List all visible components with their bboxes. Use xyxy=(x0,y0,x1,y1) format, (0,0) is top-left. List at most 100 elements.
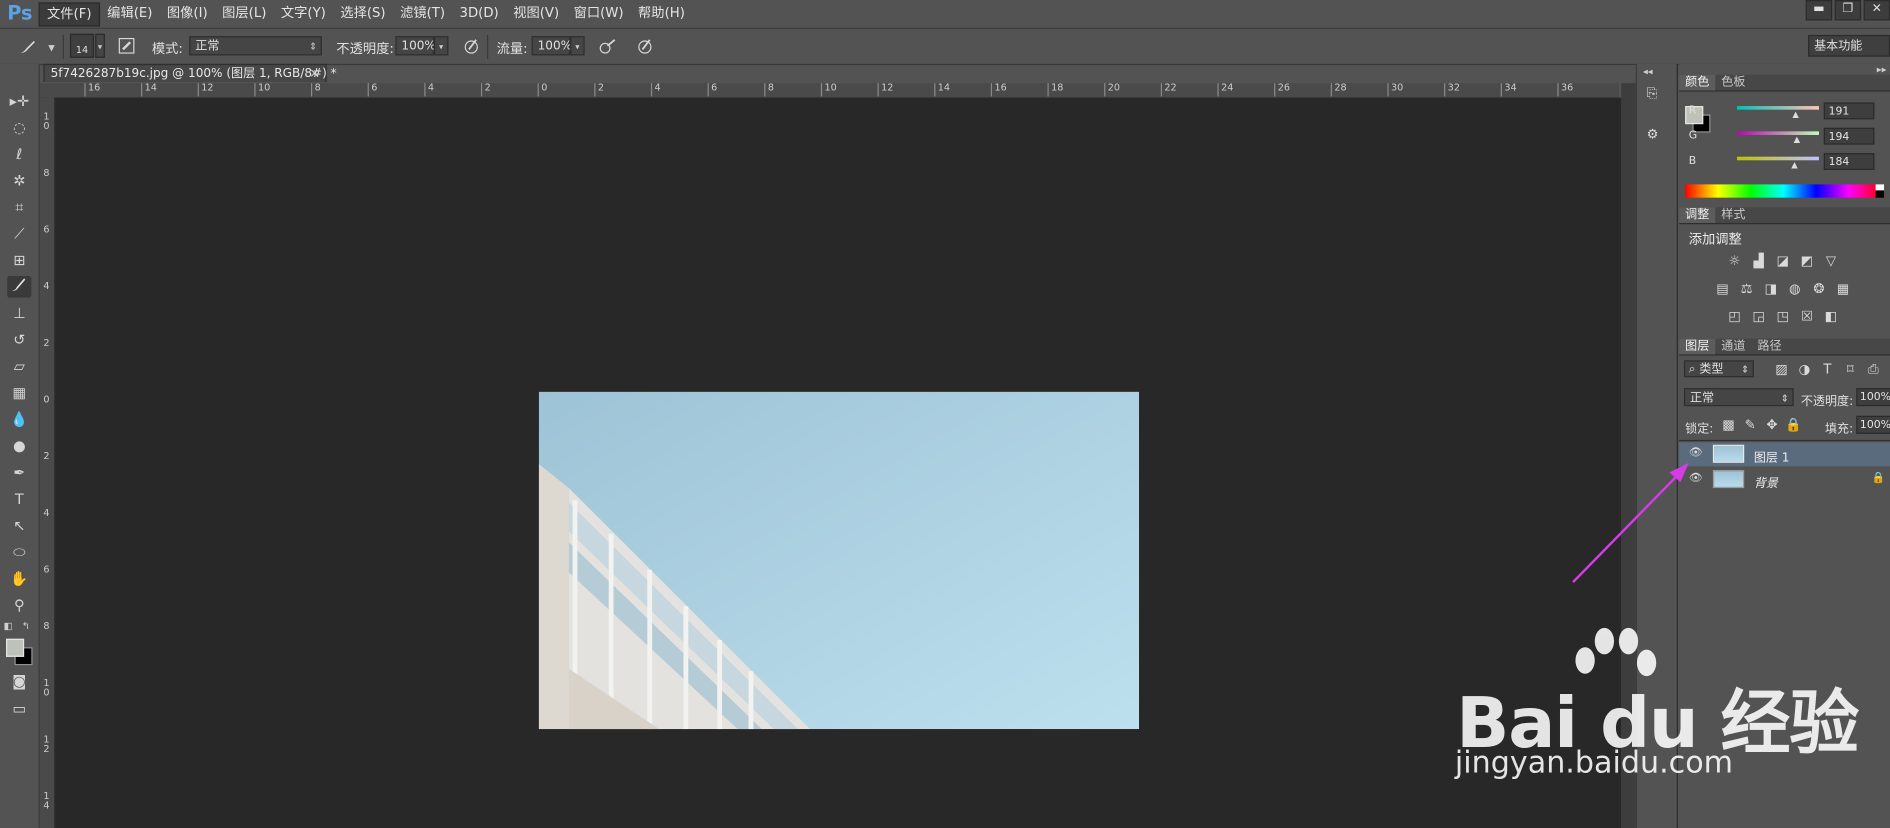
hue-saturation-icon[interactable]: ▤ xyxy=(1714,281,1731,296)
color-lookup-icon[interactable]: ▦ xyxy=(1835,281,1852,296)
pressure-opacity-icon[interactable] xyxy=(460,36,482,58)
b-value[interactable]: 184 xyxy=(1823,153,1875,170)
document-image[interactable] xyxy=(538,391,1140,730)
pressure-size-icon[interactable] xyxy=(634,36,656,58)
layer-row[interactable]: 👁 背景 🔒 xyxy=(1679,468,1890,492)
blend-mode-select[interactable]: 正常 ⇕ xyxy=(1683,388,1794,407)
menu-help[interactable]: 帮助(H) xyxy=(631,2,692,26)
menu-layer[interactable]: 图层(L) xyxy=(215,2,274,26)
tab-paths[interactable]: 路径 xyxy=(1751,339,1787,355)
document-tab[interactable]: 5f7426287b19c.jpg @ 100% (图层 1, RGB/8#) … xyxy=(43,63,337,83)
brush-panel-toggle-icon[interactable] xyxy=(116,36,138,58)
fill-input[interactable]: 100% xyxy=(1856,415,1890,434)
clone-stamp-tool-icon[interactable]: ⊥ xyxy=(7,303,31,325)
workspace-switcher[interactable]: 基本功能 xyxy=(1808,34,1890,57)
brush-size-picker[interactable]: 14 xyxy=(69,33,95,58)
restore-button[interactable]: ❐ xyxy=(1834,0,1862,21)
brightness-contrast-icon[interactable]: ☼ xyxy=(1726,254,1743,268)
lock-transparent-icon[interactable]: ▩ xyxy=(1720,418,1737,432)
airbrush-icon[interactable] xyxy=(597,36,619,58)
color-spectrum-bar[interactable] xyxy=(1685,184,1882,198)
black-white-icon[interactable]: ◨ xyxy=(1762,281,1779,296)
properties-panel-icon[interactable]: ⚙ xyxy=(1647,127,1666,146)
visibility-eye-icon[interactable]: 👁 xyxy=(1689,448,1703,459)
history-panel-icon[interactable]: ⎘ xyxy=(1647,86,1666,105)
tab-layers[interactable]: 图层 xyxy=(1679,338,1716,355)
menu-edit[interactable]: 编辑(E) xyxy=(100,2,160,26)
move-tool-icon[interactable]: ▸✛ xyxy=(7,90,31,112)
eraser-tool-icon[interactable]: ▱ xyxy=(7,356,31,378)
color-balance-icon[interactable]: ⚖ xyxy=(1738,281,1755,296)
gradient-tool-icon[interactable]: ▦ xyxy=(7,382,31,404)
opacity-input[interactable]: 100% xyxy=(395,36,436,56)
zoom-tool-icon[interactable]: ⚲ xyxy=(7,594,31,616)
filter-smart-object-icon[interactable]: ⎙ xyxy=(1865,362,1882,377)
default-colors-icon[interactable]: ◧ xyxy=(4,621,13,632)
brush-tool-icon[interactable] xyxy=(7,275,32,298)
crop-tool-icon[interactable]: ⌗ xyxy=(7,196,31,218)
foreground-color-swatch[interactable] xyxy=(6,638,25,657)
spectrum-black-swatch[interactable] xyxy=(1875,190,1885,198)
quick-mask-icon[interactable]: ◙ xyxy=(7,670,31,692)
tab-adjustments[interactable]: 调整 xyxy=(1679,207,1716,223)
healing-brush-tool-icon[interactable]: ⊞ xyxy=(7,249,31,271)
mode-select[interactable]: 正常 ⇕ xyxy=(189,36,322,56)
g-slider-thumb-icon[interactable]: ▲ xyxy=(1794,135,1800,145)
filter-type-icon[interactable]: T xyxy=(1819,362,1836,377)
tab-swatches[interactable]: 色板 xyxy=(1715,75,1751,91)
filter-shape-icon[interactable]: ⌑ xyxy=(1842,362,1859,377)
path-selection-tool-icon[interactable]: ↖ xyxy=(7,515,31,537)
photo-filter-icon[interactable]: ◍ xyxy=(1786,281,1803,296)
layer-row[interactable]: 👁 图层 1 xyxy=(1679,442,1890,467)
r-slider-thumb-icon[interactable]: ▲ xyxy=(1792,110,1798,120)
menu-3d[interactable]: 3D(D) xyxy=(452,2,506,26)
tab-color[interactable]: 颜色 xyxy=(1679,74,1716,91)
close-document-icon[interactable]: × xyxy=(309,65,319,83)
g-slider[interactable] xyxy=(1736,131,1819,135)
filter-adjustment-icon[interactable]: ◑ xyxy=(1796,362,1813,377)
brush-picker-arrow-icon[interactable]: ▾ xyxy=(95,33,105,58)
preset-dropdown-arrow-icon[interactable]: ▼ xyxy=(48,43,54,53)
vibrance-icon[interactable]: ▽ xyxy=(1823,254,1840,268)
lock-all-icon[interactable]: 🔒 xyxy=(1785,418,1802,432)
r-slider[interactable] xyxy=(1736,106,1819,110)
posterize-icon[interactable]: ◲ xyxy=(1750,309,1767,324)
b-slider[interactable] xyxy=(1736,156,1819,161)
close-button[interactable]: ✕ xyxy=(1863,0,1890,21)
menu-type[interactable]: 文字(Y) xyxy=(274,2,333,26)
layer-opacity-input[interactable]: 100% xyxy=(1856,388,1890,407)
channel-mixer-icon[interactable]: ❂ xyxy=(1811,281,1828,296)
tab-styles[interactable]: 样式 xyxy=(1715,207,1751,223)
lock-image-icon[interactable]: ✎ xyxy=(1742,418,1759,432)
marquee-tool-icon[interactable]: ◌ xyxy=(7,117,31,139)
screen-mode-icon[interactable]: ▭ xyxy=(7,698,31,720)
minimize-button[interactable]: ▬ xyxy=(1805,0,1833,21)
selective-color-icon[interactable]: ☒ xyxy=(1798,309,1815,324)
magic-wand-tool-icon[interactable]: ✲ xyxy=(7,170,31,192)
menu-filter[interactable]: 滤镜(T) xyxy=(393,2,452,26)
exposure-icon[interactable]: ◩ xyxy=(1798,254,1815,268)
tab-channels[interactable]: 通道 xyxy=(1715,339,1751,355)
swap-colors-icon[interactable]: ↰ xyxy=(22,621,30,632)
threshold-icon[interactable]: ◳ xyxy=(1774,309,1791,324)
curves-icon[interactable]: ◪ xyxy=(1774,254,1791,268)
levels-icon[interactable]: ▟ xyxy=(1750,254,1767,268)
history-brush-tool-icon[interactable]: ↺ xyxy=(7,329,31,351)
expand-arrows-icon[interactable]: ▸▸ xyxy=(1877,64,1887,75)
r-value[interactable]: 191 xyxy=(1823,102,1875,120)
invert-icon[interactable]: ◰ xyxy=(1726,309,1743,324)
menu-window[interactable]: 窗口(W) xyxy=(566,2,630,26)
layer-filter-kind-select[interactable]: ⌕ 类型 ⇕ xyxy=(1683,360,1754,378)
opacity-slider-arrow-icon[interactable]: ▾ xyxy=(433,36,449,56)
flow-slider-arrow-icon[interactable]: ▾ xyxy=(570,36,585,56)
pen-tool-icon[interactable]: ✒ xyxy=(7,462,31,484)
hand-tool-icon[interactable]: ✋ xyxy=(7,568,31,590)
brush-tool-preset-icon[interactable] xyxy=(17,36,39,58)
b-slider-thumb-icon[interactable]: ▲ xyxy=(1791,160,1797,170)
blur-tool-icon[interactable]: 💧 xyxy=(7,409,31,431)
menu-view[interactable]: 视图(V) xyxy=(506,2,566,26)
filter-pixel-icon[interactable]: ▨ xyxy=(1773,362,1790,377)
dodge-tool-icon[interactable]: ● xyxy=(7,435,31,457)
flow-input[interactable]: 100% xyxy=(531,36,572,56)
menu-select[interactable]: 选择(S) xyxy=(333,2,393,26)
